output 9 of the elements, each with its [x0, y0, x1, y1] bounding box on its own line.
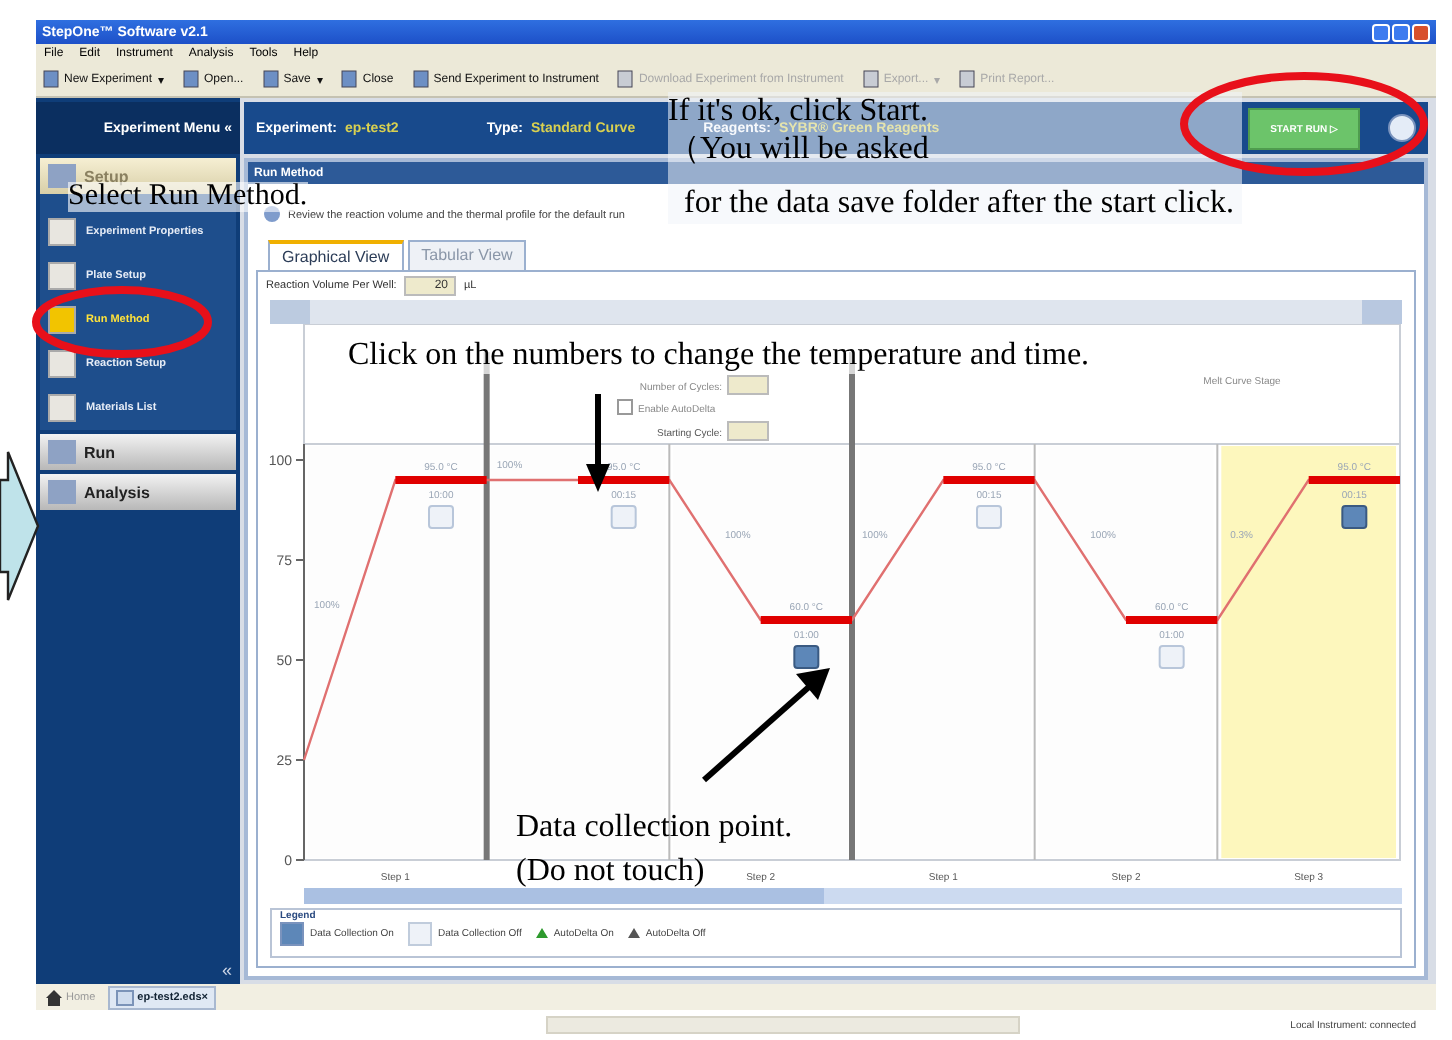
view-tab[interactable]: Graphical View: [268, 240, 404, 270]
section-header[interactable]: Analysis: [40, 474, 236, 510]
numbers-note: Click on the numbers to change the temperature and time.: [348, 336, 1090, 375]
collection-note: (Do not touch): [516, 851, 705, 892]
run-method-note: Select Run Method.: [68, 182, 308, 212]
collection-note: Data collection point.: [516, 808, 793, 848]
section-header[interactable]: Run: [40, 434, 236, 470]
collapse-button[interactable]: «: [36, 960, 240, 984]
view-tab[interactable]: Tabular View: [407, 240, 527, 270]
